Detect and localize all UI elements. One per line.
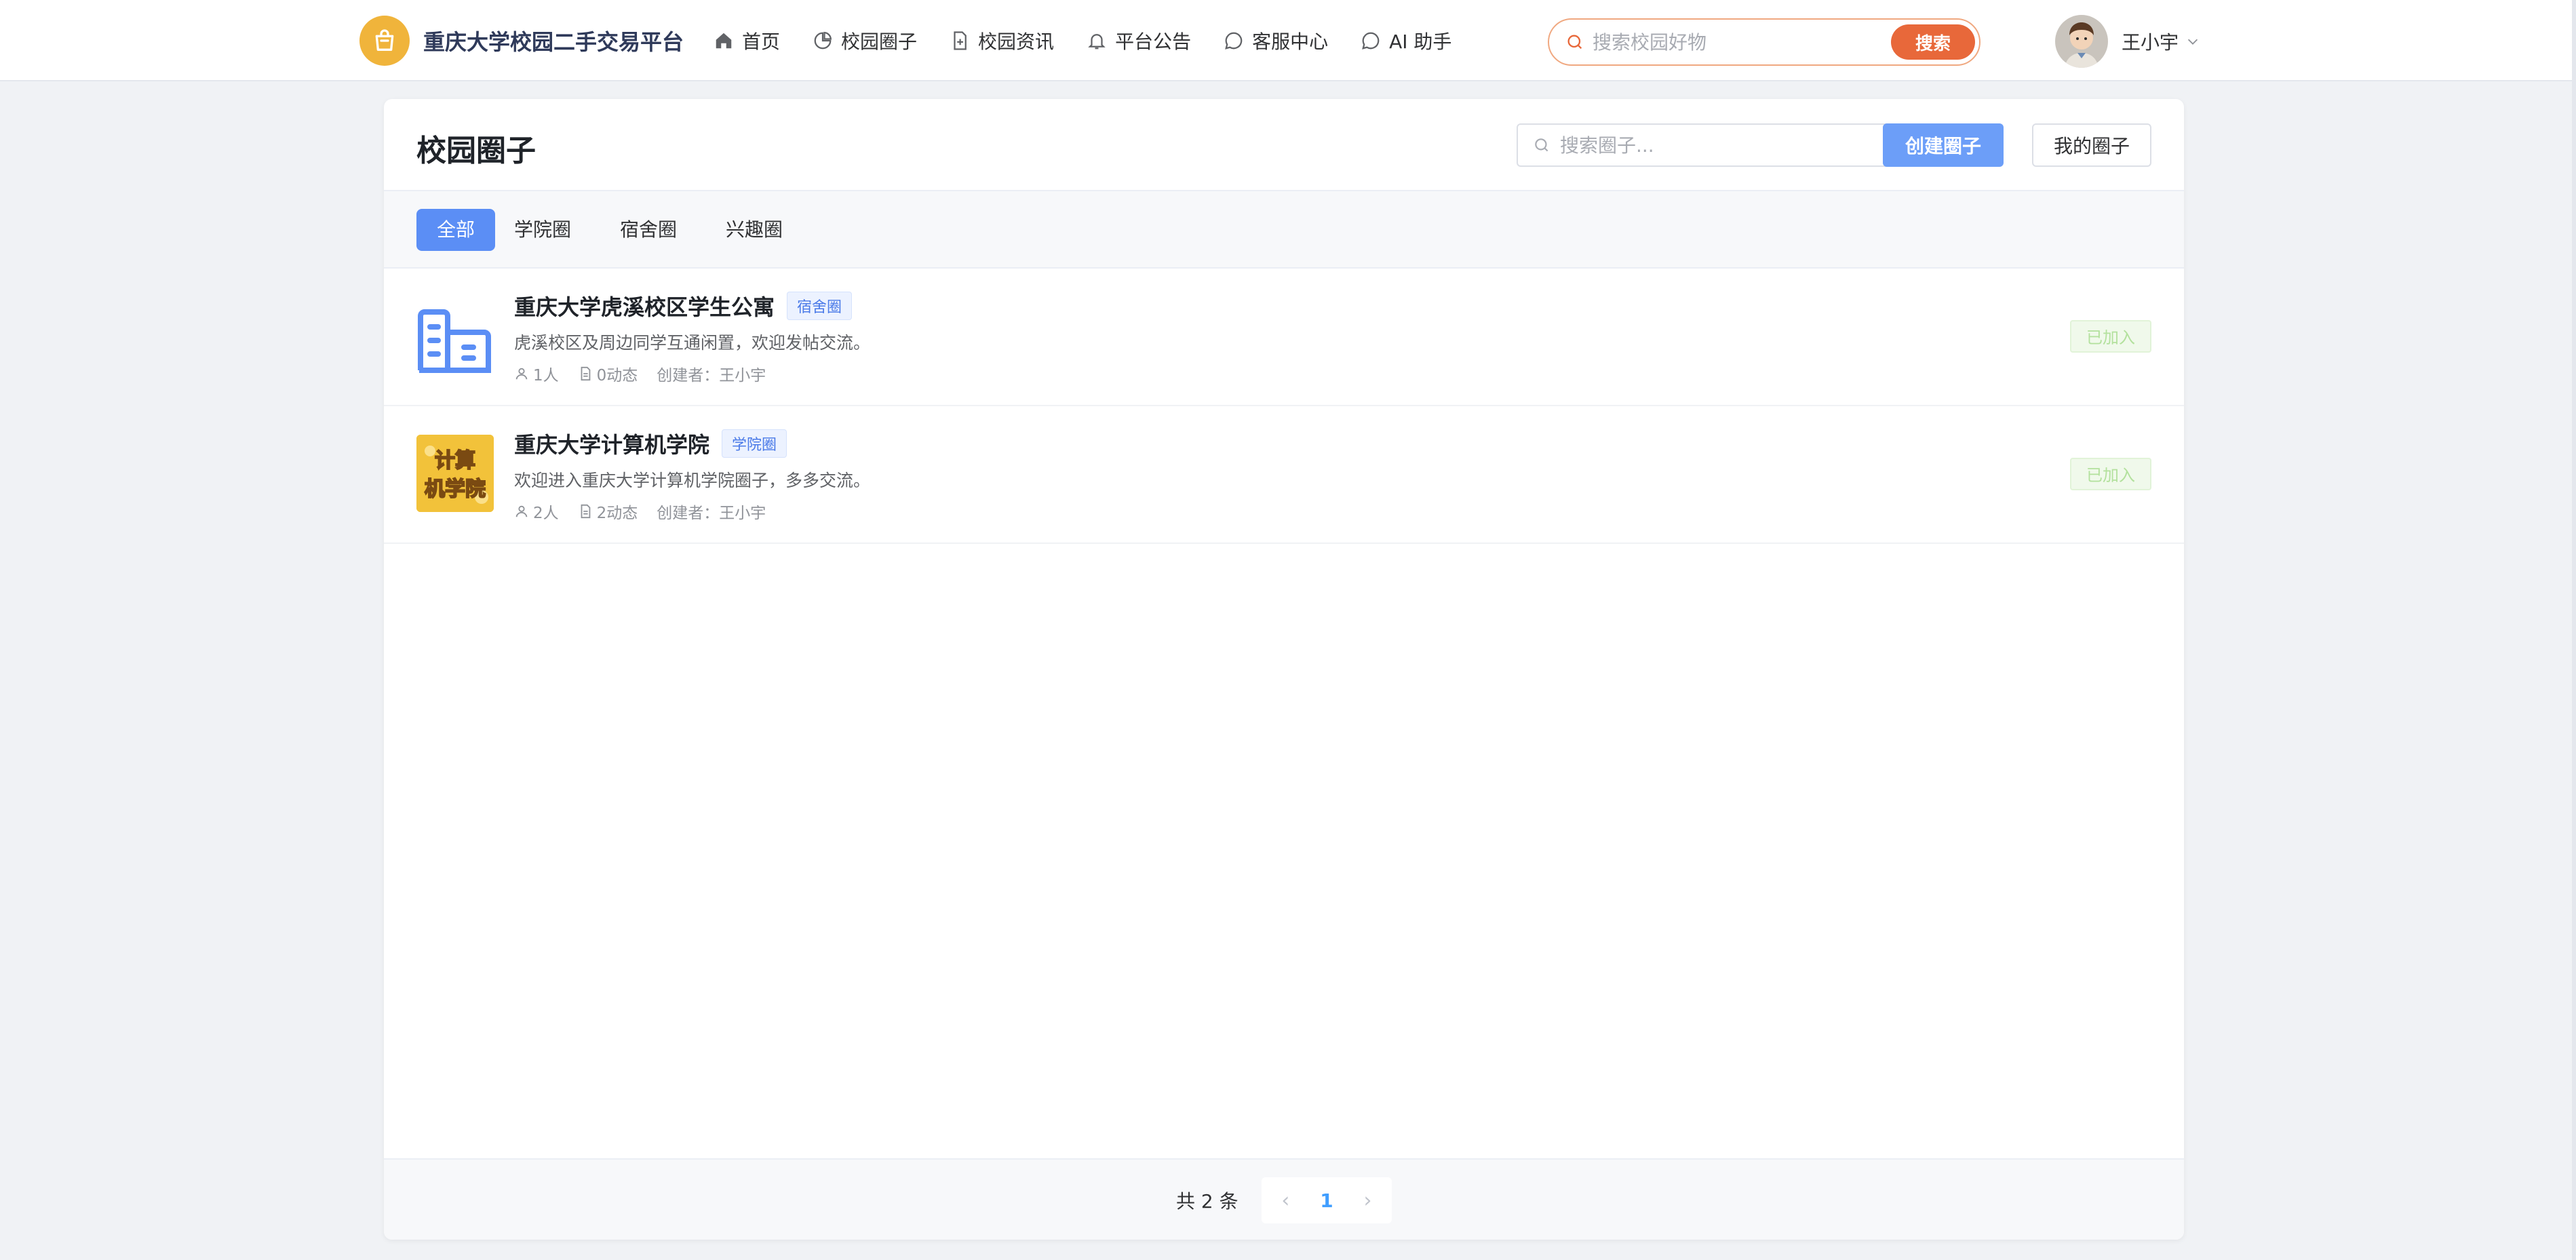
global-search-input[interactable] [1591,30,1865,54]
joined-badge[interactable]: 已加入 [2070,320,2151,353]
bell-icon [1088,34,1106,50]
card-header: 校园圈子 创建圈子 我的圈子 [384,99,2184,191]
search-icon [1535,138,1548,152]
joined-badge[interactable]: 已加入 [2070,458,2151,490]
circle-meta: 1人 0动态 创建者：王小宇 [514,362,785,385]
user-name: 王小宇 [2122,31,2179,54]
circle-description: 欢迎进入重庆大学计算机学院圈子，多多交流。 [514,471,871,490]
circle-list-card: 校园圈子 创建圈子 我的圈子 全部 学院圈 宿舍圈 兴趣圈 重庆大学虎溪校区学生… [384,99,2184,1240]
prev-page-button[interactable]: ‹ [1272,1189,1299,1213]
tab-college[interactable]: 学院圈 [494,209,591,251]
circle-tag: 学院圈 [722,429,787,458]
nav-campus-news-label: 校园资讯 [978,31,1055,53]
building-icon [416,297,494,374]
members-count: 2人 [533,505,559,522]
item-title-row: 重庆大学计算机学院 学院圈 [514,428,787,459]
shopping-bag-logo-icon[interactable] [359,16,410,66]
list-item[interactable]: 重庆大学虎溪校区学生公寓 宿舍圈 虎溪校区及周边同学互通闲置，欢迎发帖交流。 1… [384,269,2184,406]
total-count: 共 2 条 [1176,1190,1238,1213]
circle-search-input[interactable] [1559,133,1900,157]
chat-dots-icon [1362,32,1380,50]
user-icon [515,368,528,380]
pie-chart-icon [814,31,832,50]
document-add-icon [954,31,967,50]
nav-campus-circle[interactable]: 校园圈子 [813,27,917,54]
page-title: 校园圈子 [416,134,536,168]
creator: 创建者：王小宇 [657,367,766,385]
nav-announcements[interactable]: 平台公告 [1087,27,1191,54]
members-meta: 1人 [514,362,559,385]
nav-campus-circle-label: 校园圈子 [841,31,918,53]
members-meta: 2人 [514,500,559,523]
circle-title[interactable]: 重庆大学计算机学院 [514,428,709,459]
nav-service-center-label: 客服中心 [1252,31,1329,53]
category-tabs: 全部 学院圈 宿舍圈 兴趣圈 [384,191,2184,269]
pagination: ‹ 1 › [1262,1177,1392,1223]
item-title-row: 重庆大学虎溪校区学生公寓 宿舍圈 [514,290,853,321]
chevron-down-icon [2187,39,2198,45]
circle-search-box [1517,123,1913,167]
circle-description: 虎溪校区及周边同学互通闲置，欢迎发帖交流。 [514,333,871,353]
my-circles-button[interactable]: 我的圈子 [2032,123,2151,167]
circle-title[interactable]: 重庆大学虎溪校区学生公寓 [514,290,775,321]
user-menu[interactable]: 王小宇 [2055,15,2200,68]
members-count: 1人 [533,367,559,385]
circle-meta: 2人 2动态 创建者：王小宇 [514,500,785,523]
user-icon [515,505,528,517]
create-circle-button[interactable]: 创建圈子 [1883,123,2004,167]
posts-count: 0动态 [596,367,638,385]
page-number[interactable]: 1 [1320,1189,1333,1212]
college-thumbnail: 计算 机学院 [416,435,494,512]
posts-meta: 2动态 [578,500,638,523]
global-search-button[interactable]: 搜索 [1891,24,1975,60]
pagination-bar: 共 2 条 ‹ 1 › [384,1158,2184,1240]
chat-icon [1225,32,1243,50]
nav-announcements-label: 平台公告 [1115,31,1192,53]
next-page-button[interactable]: › [1354,1189,1382,1213]
posts-meta: 0动态 [578,362,638,385]
nav-ai-assistant-label: AI 助手 [1389,31,1452,53]
creator: 创建者：王小宇 [657,505,766,522]
home-icon [716,33,732,49]
tab-dorm[interactable]: 宿舍圈 [600,209,697,251]
thumb-text-line-2: 机学院 [425,477,486,501]
global-search-box: 搜索 [1548,18,1980,66]
list-item[interactable]: 计算 机学院 重庆大学计算机学院 学院圈 欢迎进入重庆大学计算机学院圈子，多多交… [384,406,2184,544]
nav-home-label: 首页 [742,31,781,53]
top-navbar: 重庆大学校园二手交易平台 首页 校园圈子 校园资讯 平台公告 客服中心 AI 助… [0,0,2576,81]
navbar-left: 重庆大学校园二手交易平台 首页 校园圈子 校园资讯 平台公告 客服中心 AI 助… [359,0,1484,81]
nav-home[interactable]: 首页 [714,27,780,54]
nav-campus-news[interactable]: 校园资讯 [950,27,1054,54]
nav-service-center[interactable]: 客服中心 [1224,27,1328,54]
nav-ai-assistant[interactable]: AI 助手 [1361,27,1451,54]
circle-tag: 宿舍圈 [787,292,853,320]
brand-title[interactable]: 重庆大学校园二手交易平台 [423,25,684,56]
posts-count: 2动态 [596,505,638,522]
search-icon [1567,35,1582,50]
avatar[interactable] [2055,15,2108,68]
document-icon [581,504,590,519]
thumb-text-line-1: 计算 [435,449,475,473]
tab-interest[interactable]: 兴趣圈 [705,209,803,251]
document-icon [581,366,590,381]
tab-all[interactable]: 全部 [416,209,496,251]
window-edge [2572,0,2576,1260]
